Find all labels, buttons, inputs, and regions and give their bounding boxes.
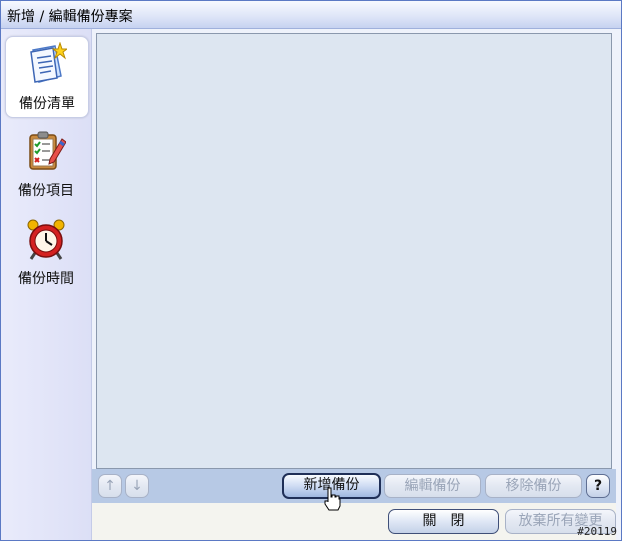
window-title: 新增 / 編輯備份專案 — [7, 9, 133, 25]
sidebar-item-label: 備份項目 — [18, 183, 74, 199]
sidebar-item-label: 備份時間 — [18, 271, 74, 287]
document-list-icon — [30, 42, 67, 83]
dialog-window: 新增 / 編輯備份專案 備份清單 備份項目 備份時間 ↑ ↓ 新增備份 編輯備份… — [0, 0, 622, 541]
sidebar-item-backup-time[interactable]: 備份時間 — [5, 212, 87, 292]
watermark-id: #20119 — [577, 525, 617, 538]
backup-list-panel[interactable] — [96, 33, 612, 469]
sidebar-item-backup-list[interactable]: 備份清單 — [5, 36, 89, 118]
sidebar: 備份清單 備份項目 備份時間 — [1, 29, 92, 540]
alarm-clock-icon — [27, 219, 65, 260]
title-bar[interactable]: 新增 / 編輯備份專案 — [1, 1, 621, 29]
dialog-footer: 關 閉 放棄所有變更 — [92, 503, 616, 540]
close-button[interactable]: 關 閉 — [388, 509, 499, 534]
help-button[interactable]: ? — [586, 474, 610, 498]
edit-backup-button[interactable]: 編輯備份 — [384, 474, 481, 498]
remove-backup-button[interactable]: 移除備份 — [485, 474, 582, 498]
sidebar-item-backup-items[interactable]: 備份項目 — [5, 124, 87, 204]
list-toolbar: ↑ ↓ 新增備份 編輯備份 移除備份 ? — [92, 469, 616, 503]
clipboard-checklist-icon — [29, 131, 66, 170]
move-up-button[interactable]: ↑ — [98, 474, 122, 498]
move-down-button[interactable]: ↓ — [125, 474, 149, 498]
sidebar-item-label: 備份清單 — [19, 96, 75, 112]
add-backup-button[interactable]: 新增備份 — [282, 473, 381, 499]
